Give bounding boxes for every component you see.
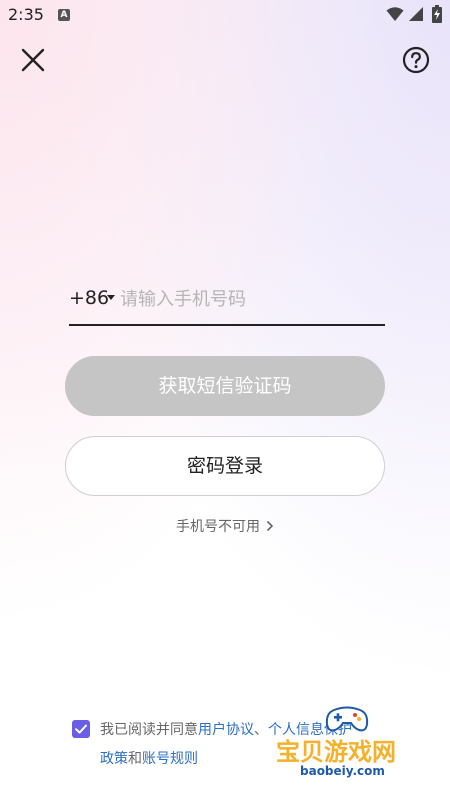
status-time: 2:35 xyxy=(8,5,44,24)
get-sms-code-button[interactable]: 获取短信验证码 xyxy=(65,356,385,416)
signal-icon xyxy=(409,7,423,21)
country-code-selector[interactable]: +86 xyxy=(69,287,109,309)
phone-input-row: +86 xyxy=(69,280,385,326)
agreement-text-line-1: 我已阅读并同意用户协议、个人信息保护 xyxy=(100,719,352,739)
close-icon xyxy=(21,48,45,72)
dropdown-caret-icon[interactable] xyxy=(107,295,115,300)
phone-unavailable-link[interactable]: 手机号不可用 xyxy=(0,516,450,536)
agreement-prefix: 我已阅读并同意 xyxy=(100,722,198,738)
agreement-and: 和 xyxy=(128,751,142,767)
privacy-policy-link-part2[interactable]: 政策 xyxy=(100,751,128,767)
agreement-checkbox[interactable] xyxy=(72,720,90,738)
wifi-icon xyxy=(386,7,404,21)
chevron-right-icon xyxy=(266,520,274,532)
help-button[interactable] xyxy=(402,46,430,74)
agreement-separator: 、 xyxy=(254,722,268,738)
status-bar: 2:35 A xyxy=(0,0,450,32)
checkmark-icon xyxy=(75,724,87,734)
account-rules-link[interactable]: 账号规则 xyxy=(142,751,198,767)
phone-unavailable-label: 手机号不可用 xyxy=(176,519,260,535)
privacy-policy-link-part1[interactable]: 个人信息保护 xyxy=(268,722,352,738)
help-icon xyxy=(402,46,430,74)
user-agreement-link[interactable]: 用户协议 xyxy=(198,722,254,738)
notification-a-icon: A xyxy=(58,9,70,21)
phone-number-input[interactable] xyxy=(120,282,382,316)
close-button[interactable] xyxy=(18,45,48,75)
password-login-button[interactable]: 密码登录 xyxy=(65,436,385,496)
battery-charging-icon xyxy=(432,5,442,23)
agreement-text-line-2: 政策和账号规则 xyxy=(100,748,198,768)
